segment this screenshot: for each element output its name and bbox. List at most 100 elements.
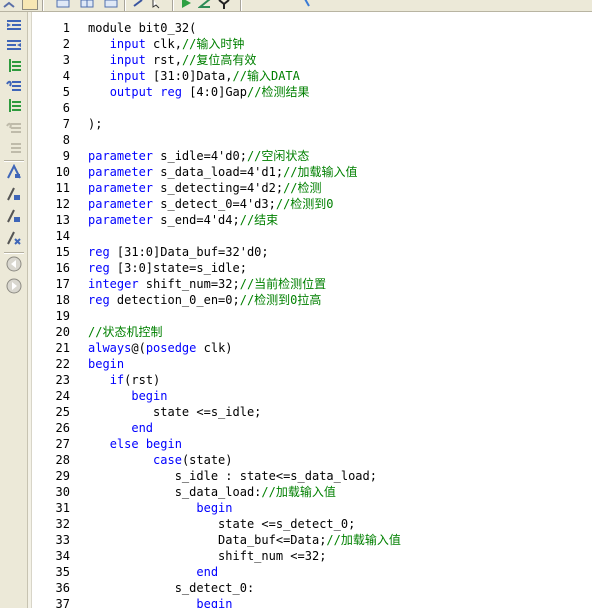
copy-window-icon[interactable] xyxy=(22,0,38,10)
code-comment: //加载输入值 xyxy=(283,165,358,179)
run-cursor-icon[interactable] xyxy=(150,0,164,9)
code-line[interactable]: 11 parameter s_detecting=4'd2;//检测 xyxy=(32,180,592,196)
code-text: if(rst) xyxy=(88,372,161,388)
code-token: state <=s_idle; xyxy=(88,405,262,419)
line-number: 36 xyxy=(55,581,70,595)
code-text: always@(posedge clk) xyxy=(88,340,233,356)
code-line[interactable]: 17 integer shift_num=32;//当前检测位置 xyxy=(32,276,592,292)
split-horizontal-icon[interactable] xyxy=(56,0,70,9)
undo-comment-icon[interactable] xyxy=(6,98,22,114)
comment-icon[interactable] xyxy=(6,58,22,74)
code-line[interactable]: 5 output reg [4:0]Gap//检测结果 xyxy=(32,84,592,100)
line-number: 22 xyxy=(55,357,70,371)
uncomment-icon[interactable] xyxy=(6,78,22,94)
code-line[interactable]: 18 reg detection_0_en=0;//检测到0拉高 xyxy=(32,292,592,308)
side-toolbar xyxy=(0,12,28,608)
line-number: 32 xyxy=(55,517,70,531)
code-line[interactable]: 32 state <=s_detect_0; xyxy=(32,516,592,532)
code-line[interactable]: 20 //状态机控制 xyxy=(32,324,592,340)
code-token: @( xyxy=(131,341,146,355)
code-line[interactable]: 21 always@(posedge clk) xyxy=(32,340,592,356)
code-line[interactable]: 23 if(rst) xyxy=(32,372,592,388)
code-line[interactable]: 10 parameter s_data_load=4'd1;//加载输入值 xyxy=(32,164,592,180)
code-line[interactable]: 26 end xyxy=(32,420,592,436)
code-token: s_data_load=4'd1; xyxy=(153,165,284,179)
code-text: module bit0_32( xyxy=(88,20,196,36)
code-keyword: output xyxy=(109,85,154,99)
code-line[interactable]: 25 state <=s_idle; xyxy=(32,404,592,420)
code-line[interactable]: 16 reg [3:0]state=s_idle; xyxy=(32,260,592,276)
code-line[interactable]: 1 module bit0_32( xyxy=(32,20,592,36)
bookmark-tool-icon[interactable] xyxy=(104,0,118,9)
find-icon[interactable] xyxy=(132,0,146,9)
line-number: 29 xyxy=(55,469,70,483)
indent-block-icon[interactable] xyxy=(6,120,22,136)
code-keyword: always xyxy=(88,341,132,355)
code-line[interactable]: 27 else begin xyxy=(32,436,592,452)
code-keyword: posedge xyxy=(145,341,197,355)
code-text: end xyxy=(88,420,153,436)
code-keyword: parameter xyxy=(88,213,154,227)
code-comment: //输入时钟 xyxy=(181,37,245,51)
indent-left-icon[interactable] xyxy=(6,18,22,34)
undo-icon[interactable] xyxy=(2,0,16,9)
forward-icon[interactable] xyxy=(6,278,22,294)
code-line[interactable]: 15 reg [31:0]Data_buf=32'd0; xyxy=(32,244,592,260)
line-number: 4 xyxy=(62,69,70,83)
code-line[interactable]: 14 xyxy=(32,228,592,244)
code-keyword: parameter xyxy=(88,197,154,211)
code-text: parameter s_detect_0=4'd3;//检测到0 xyxy=(88,196,334,212)
code-text: s_detect_0: xyxy=(88,580,254,596)
simulate-icon[interactable] xyxy=(216,0,230,9)
code-line[interactable]: 33 Data_buf<=Data;//加载输入值 xyxy=(32,532,592,548)
code-token: ); xyxy=(88,117,103,131)
code-editor[interactable]: 1 module bit0_32(2 input clk,//输入时钟 3 inpu… xyxy=(32,12,592,608)
run-icon[interactable] xyxy=(179,0,193,9)
code-keyword: end xyxy=(196,565,219,579)
indent-right-icon[interactable] xyxy=(6,38,22,54)
compile-icon[interactable] xyxy=(197,0,212,9)
code-line[interactable]: 2 input clk,//输入时钟 xyxy=(32,36,592,52)
code-line[interactable]: 7); xyxy=(32,116,592,132)
code-line[interactable]: 28 case(state) xyxy=(32,452,592,468)
clear-bookmarks-icon[interactable] xyxy=(6,230,22,246)
code-token: s_idle : state<=s_data_load; xyxy=(88,469,377,483)
code-line[interactable]: 34 shift_num <=32; xyxy=(32,548,592,564)
code-line[interactable]: 37 begin xyxy=(32,596,592,608)
outdent-block-icon[interactable] xyxy=(6,140,22,156)
next-bookmark-icon[interactable] xyxy=(6,186,22,202)
code-line[interactable]: 4 input [31:0]Data,//输入DATA xyxy=(32,68,592,84)
code-text: ); xyxy=(88,116,102,132)
code-line[interactable]: 31 begin xyxy=(32,500,592,516)
code-text: begin xyxy=(88,596,232,608)
code-text: case(state) xyxy=(88,452,232,468)
code-line[interactable]: 19 xyxy=(32,308,592,324)
code-token: s_detecting=4'd2; xyxy=(153,181,284,195)
back-icon[interactable] xyxy=(6,256,22,272)
prev-bookmark-icon[interactable] xyxy=(6,208,22,224)
code-text: reg [3:0]state=s_idle; xyxy=(88,260,247,276)
toolbar-separator xyxy=(124,0,126,11)
code-line[interactable]: 6 xyxy=(32,100,592,116)
code-line[interactable]: 36 s_detect_0: xyxy=(32,580,592,596)
code-line[interactable]: 8 xyxy=(32,132,592,148)
toggle-bookmark-icon[interactable] xyxy=(6,163,22,180)
line-number: 37 xyxy=(55,597,70,608)
code-line[interactable]: 22 begin xyxy=(32,356,592,372)
split-vertical-icon[interactable] xyxy=(80,0,94,9)
code-line[interactable]: 3 input rst,//复位高有效 xyxy=(32,52,592,68)
code-line[interactable]: 12 parameter s_detect_0=4'd3;//检测到0 xyxy=(32,196,592,212)
code-text: parameter s_data_load=4'd1;//加载输入值 xyxy=(88,164,358,180)
code-line[interactable]: 13 parameter s_end=4'd4;//结束 xyxy=(32,212,592,228)
code-keyword: integer xyxy=(88,277,139,291)
help-icon[interactable] xyxy=(300,0,314,9)
code-line[interactable]: 24 begin xyxy=(32,388,592,404)
code-text: state <=s_idle; xyxy=(88,404,261,420)
code-line[interactable]: 29 s_idle : state<=s_data_load; xyxy=(32,468,592,484)
code-keyword: input xyxy=(109,53,146,67)
code-line[interactable]: 30 s_data_load://加载输入值 xyxy=(32,484,592,500)
code-line[interactable]: 35 end xyxy=(32,564,592,580)
toolbar-separator xyxy=(172,0,174,11)
code-line[interactable]: 9 parameter s_idle=4'd0;//空闲状态 xyxy=(32,148,592,164)
